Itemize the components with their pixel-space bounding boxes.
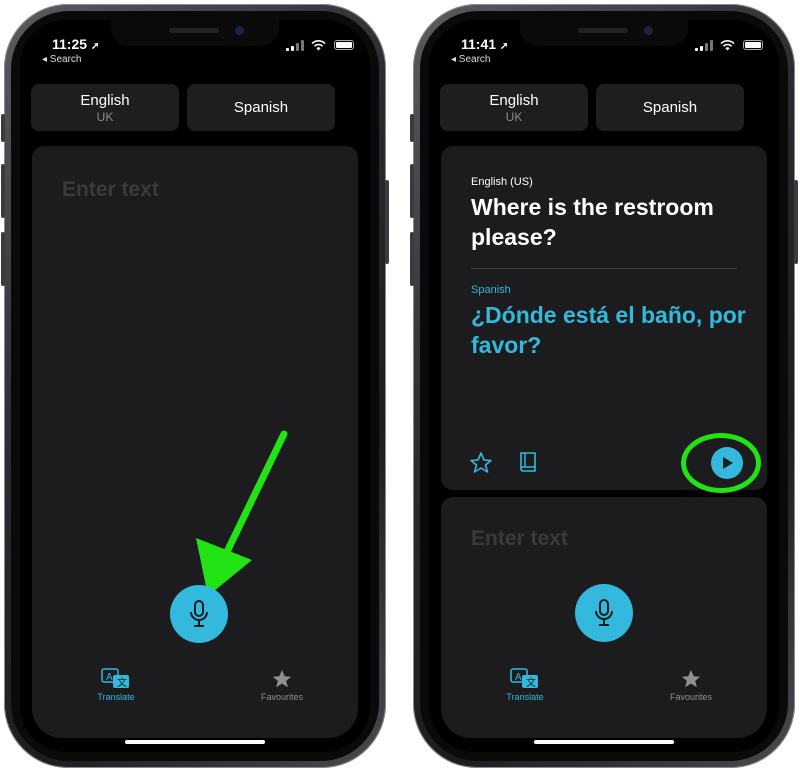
back-to-search-link[interactable]: ◂ Search <box>451 54 490 65</box>
translate-icon: A 文 <box>510 668 538 689</box>
right-screen: 11:41 ➚ ◂ Search English UK Spanish Engl… <box>429 20 779 752</box>
volume-up-button <box>1 164 5 218</box>
microphone-icon <box>190 600 208 627</box>
microphone-button[interactable] <box>575 584 633 642</box>
annotation-arrow <box>196 430 288 596</box>
left-phone: 11:25 ➚ ◂ Search English UK Spanish Ente… <box>1 4 389 768</box>
wifi-icon <box>311 39 326 54</box>
svg-text:A: A <box>515 672 522 683</box>
enter-text-placeholder[interactable]: Enter text <box>471 527 568 551</box>
source-language-button[interactable]: English UK <box>440 84 588 131</box>
status-time: 11:25 ➚ <box>52 36 100 52</box>
battery-icon <box>743 40 763 50</box>
svg-text:A: A <box>106 672 113 683</box>
silent-switch <box>1 114 5 142</box>
right-phone: 11:41 ➚ ◂ Search English UK Spanish Engl… <box>410 4 798 768</box>
tab-bar: A 文 Translate Favourites <box>20 668 370 724</box>
power-button <box>794 180 798 264</box>
tab-translate[interactable]: A 文 Translate <box>485 668 565 702</box>
back-to-search-link[interactable]: ◂ Search <box>42 54 81 65</box>
microphone-icon <box>595 599 613 626</box>
microphone-button[interactable] <box>170 585 228 643</box>
annotation-circle <box>681 433 761 493</box>
status-bar: 11:41 ➚ ◂ Search <box>429 20 779 68</box>
tab-favourites[interactable]: Favourites <box>242 668 322 702</box>
home-indicator <box>125 740 265 744</box>
enter-text-placeholder[interactable]: Enter text <box>62 178 159 202</box>
tab-favourites[interactable]: Favourites <box>651 668 731 702</box>
target-text: ¿Dónde está el baño, por favor? <box>471 302 746 358</box>
source-language-button[interactable]: English UK <box>31 84 179 131</box>
star-filled-icon <box>681 669 701 688</box>
volume-down-button <box>1 232 5 286</box>
status-bar: 11:25 ➚ ◂ Search <box>20 20 370 68</box>
left-screen: 11:25 ➚ ◂ Search English UK Spanish Ente… <box>20 20 370 752</box>
location-arrow-icon: ➚ <box>499 41 509 52</box>
location-arrow-icon: ➚ <box>90 41 100 52</box>
book-icon[interactable] <box>517 451 539 475</box>
svg-text:文: 文 <box>526 676 536 689</box>
power-button <box>385 180 389 264</box>
svg-text:文: 文 <box>117 676 127 689</box>
translate-icon: A 文 <box>101 668 129 689</box>
signal-icon <box>286 40 304 51</box>
volume-up-button <box>410 164 414 218</box>
target-language-button[interactable]: Spanish <box>596 84 744 131</box>
home-indicator <box>534 740 674 744</box>
star-filled-icon <box>272 669 292 688</box>
volume-down-button <box>410 232 414 286</box>
status-time: 11:41 ➚ <box>461 36 509 52</box>
source-text: Where is the restroom please? <box>471 194 714 250</box>
tab-bar: A 文 Translate Favourites <box>429 668 779 724</box>
target-language-button[interactable]: Spanish <box>187 84 335 131</box>
silent-switch <box>410 114 414 142</box>
signal-icon <box>695 40 713 51</box>
target-language-label: Spanish <box>471 284 511 296</box>
wifi-icon <box>720 39 735 54</box>
divider <box>471 268 737 269</box>
battery-icon <box>334 40 354 50</box>
source-language-label: English (US) <box>471 176 533 188</box>
tab-translate[interactable]: A 文 Translate <box>76 668 156 702</box>
star-icon[interactable] <box>469 451 493 475</box>
